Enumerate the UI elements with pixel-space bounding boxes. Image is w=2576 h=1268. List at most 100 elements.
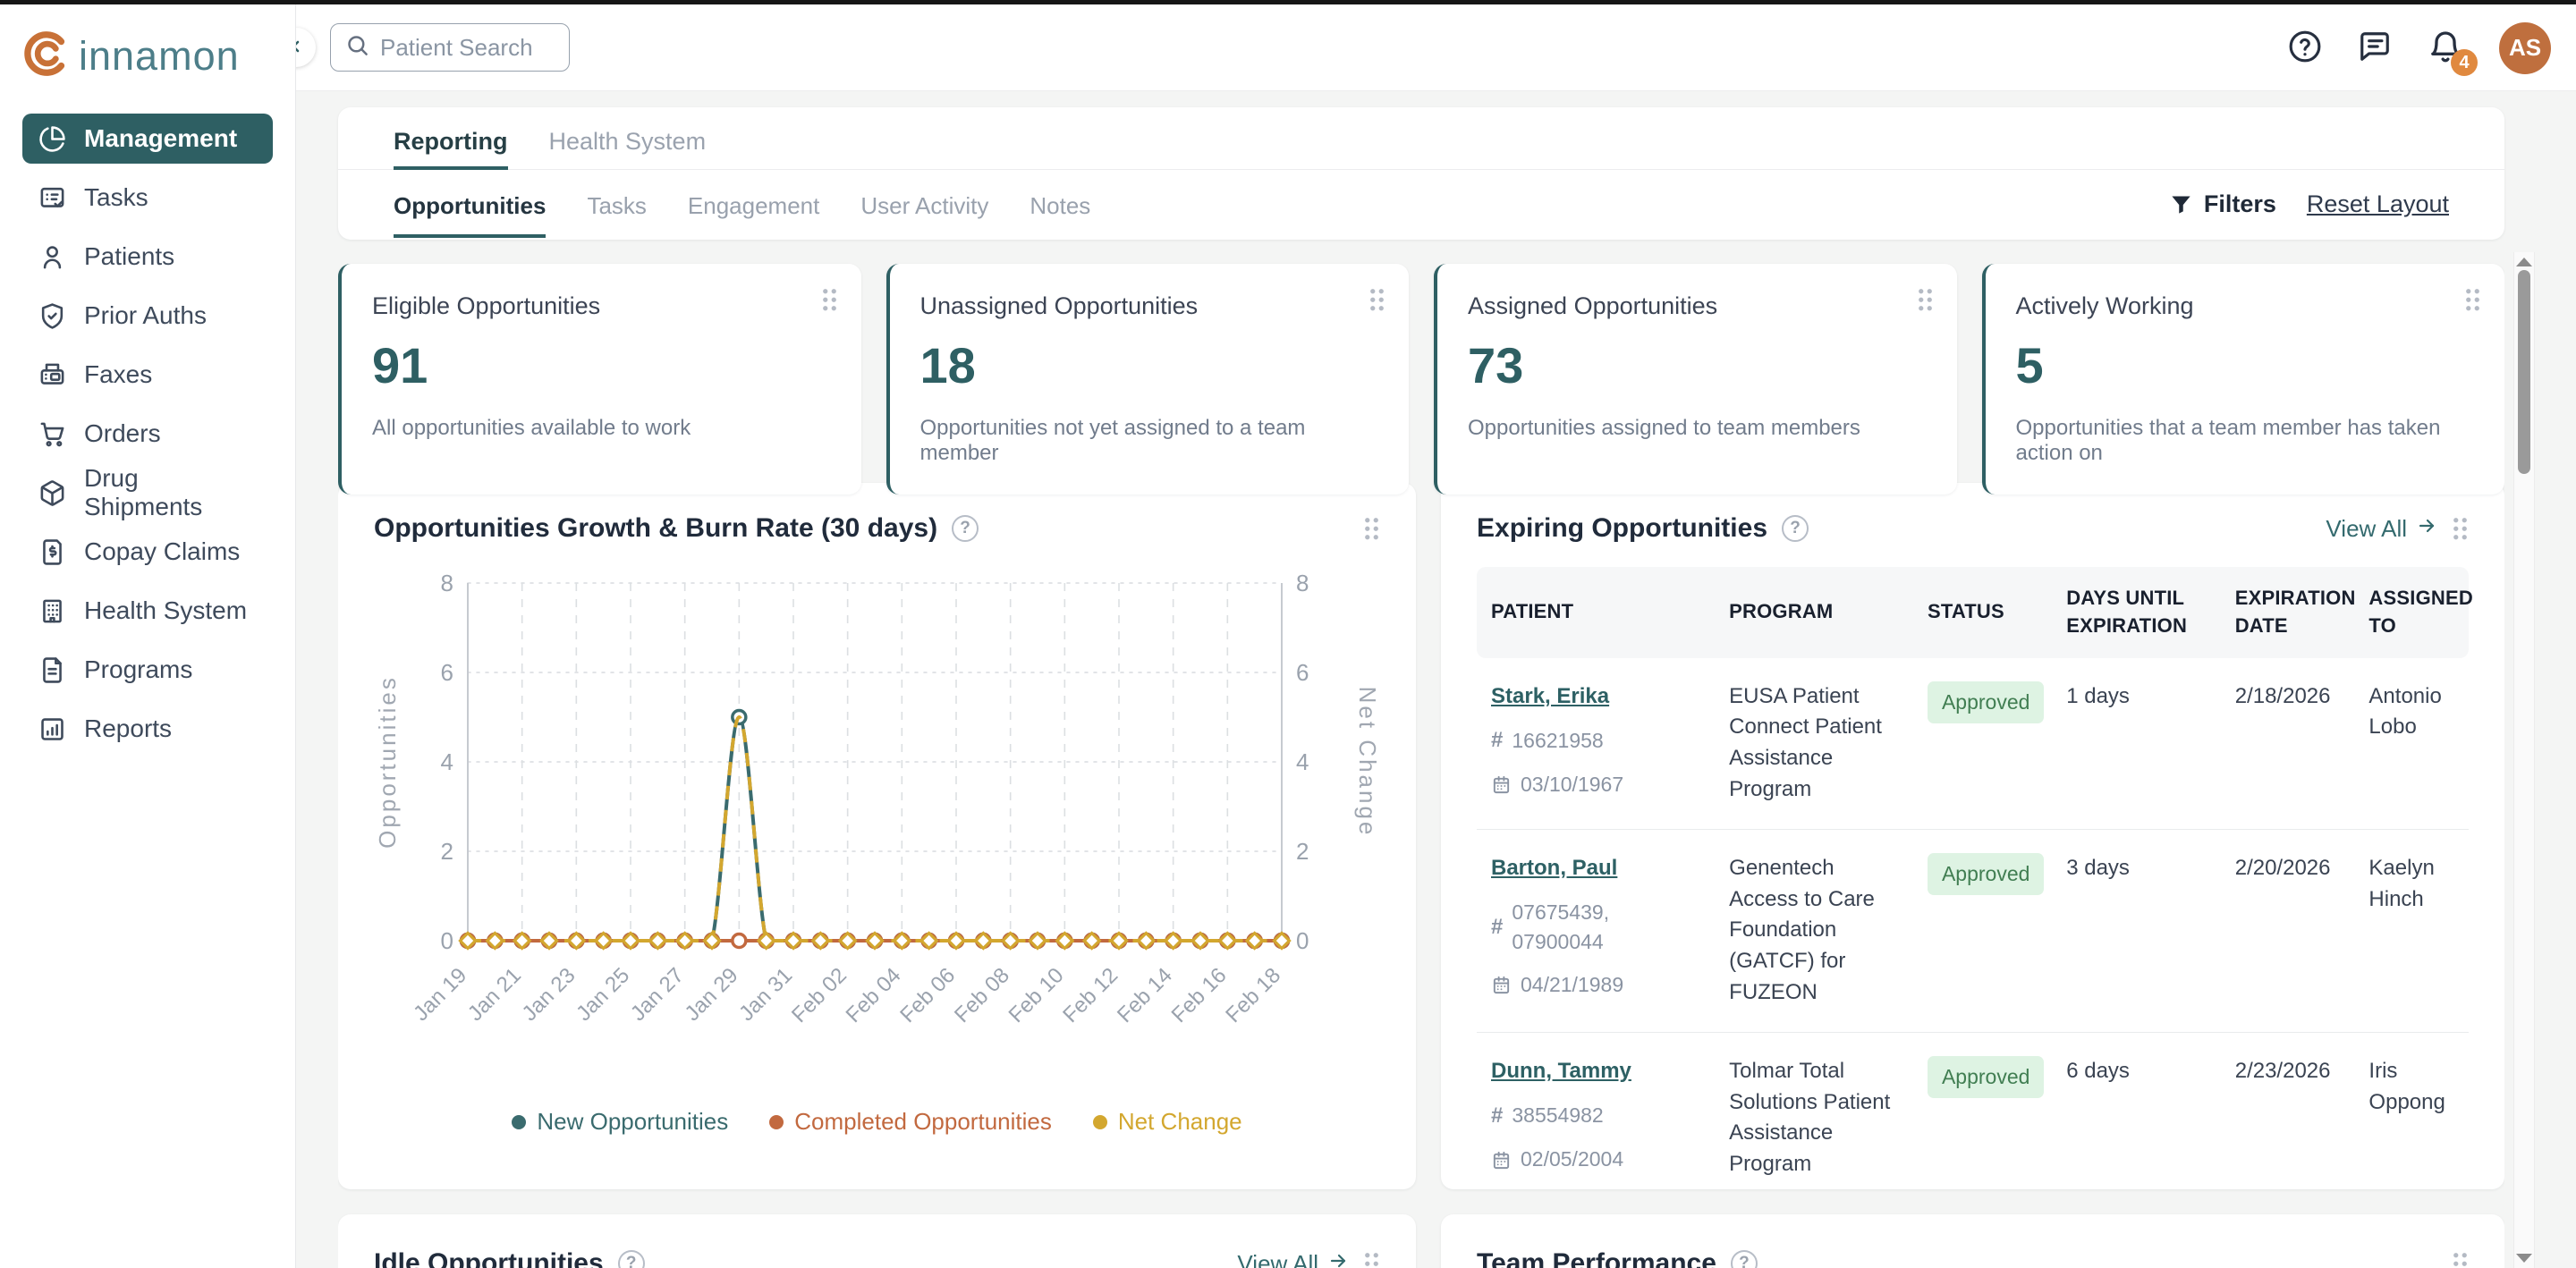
patient-dob: 02/05/2004 — [1491, 1145, 1700, 1174]
stat-card-unassigned-opportunities: Unassigned Opportunities18Opportunities … — [886, 264, 1410, 495]
svg-text:Jan 29: Jan 29 — [681, 963, 743, 1026]
table-row: Barton, Paul07675439, 0790004404/21/1989… — [1477, 829, 2469, 1032]
sidebar-item-drug-shipments[interactable]: Drug Shipments — [22, 468, 273, 518]
scrollbar-thumb[interactable] — [2518, 270, 2530, 474]
drag-handle-icon[interactable] — [1363, 516, 1380, 541]
drag-handle-icon[interactable] — [2464, 287, 2481, 312]
expiration-date-cell: 2/23/2026 — [2221, 1032, 2355, 1189]
help-circle-icon[interactable] — [618, 1250, 645, 1268]
expiring-view-all-link[interactable]: View All — [2326, 515, 2437, 543]
cinnamon-logo[interactable]: innamon — [0, 4, 295, 87]
sidebar-item-label: Reports — [84, 714, 172, 743]
hash-icon — [1491, 912, 1503, 943]
patient-search[interactable] — [330, 23, 570, 72]
drag-handle-icon[interactable] — [1917, 287, 1934, 312]
scroll-down-arrow[interactable] — [2516, 1254, 2532, 1263]
drag-handle-icon[interactable] — [1363, 1251, 1380, 1268]
subtab-engagement[interactable]: Engagement — [688, 171, 819, 238]
sidebar-item-copay-claims[interactable]: Copay Claims — [22, 527, 273, 577]
idle-opportunities-card: Idle Opportunities View All — [338, 1214, 1416, 1268]
drag-handle-icon[interactable] — [1368, 287, 1385, 312]
svg-text:Feb 16: Feb 16 — [1167, 963, 1232, 1027]
team-title: Team Performance — [1477, 1248, 1716, 1268]
hash-icon — [1491, 1101, 1503, 1132]
patient-search-input[interactable] — [380, 34, 541, 62]
sidebar-item-reports[interactable]: Reports — [22, 704, 273, 754]
sidebar-item-management[interactable]: Management — [22, 114, 273, 164]
brand-name: innamon — [79, 33, 240, 80]
reset-layout-link[interactable]: Reset Layout — [2307, 190, 2449, 218]
status-badge: Approved — [1928, 853, 2044, 895]
svg-text:8: 8 — [1296, 570, 1309, 596]
svg-text:2: 2 — [1296, 838, 1309, 865]
opportunities-growth-card: Opportunities Growth & Burn Rate (30 day… — [338, 483, 1416, 1189]
patient-dob: 04/21/1989 — [1491, 970, 1700, 1000]
notification-badge: 4 — [2451, 49, 2478, 76]
legend-item-new-opportunities[interactable]: New Opportunities — [512, 1108, 728, 1136]
patient-link[interactable]: Barton, Paul — [1491, 856, 1617, 880]
sidebar-item-prior-auths[interactable]: Prior Auths — [22, 291, 273, 341]
patient-link[interactable]: Stark, Erika — [1491, 684, 1609, 708]
sidebar-item-orders[interactable]: Orders — [22, 409, 273, 459]
svg-text:Feb 08: Feb 08 — [950, 963, 1014, 1027]
stat-card-title: Actively Working — [2016, 292, 2475, 320]
view-all-label: View All — [1237, 1250, 1318, 1268]
idle-view-all-link[interactable]: View All — [1237, 1250, 1349, 1268]
sidebar-item-health-system[interactable]: Health System — [22, 586, 273, 636]
tab-reporting[interactable]: Reporting — [394, 128, 508, 170]
filters-button[interactable]: Filters — [2169, 190, 2276, 218]
scroll-up-arrow[interactable] — [2516, 258, 2532, 266]
dashboard-scroll-area: Eligible Opportunities91All opportunitie… — [338, 252, 2504, 1268]
stat-card-description: Opportunities assigned to team members — [1468, 416, 1927, 441]
help-circle-icon — [2288, 30, 2322, 66]
subtab-tasks[interactable]: Tasks — [587, 171, 646, 238]
days-until-expiration-cell: 1 days — [2052, 658, 2221, 830]
sidebar-item-label: Management — [84, 124, 237, 153]
help-button[interactable] — [2288, 30, 2322, 66]
calendar-icon — [1491, 1150, 1512, 1171]
table-row: Stark, Erika1662195803/10/1967EUSA Patie… — [1477, 658, 2469, 830]
drag-handle-icon[interactable] — [2452, 516, 2469, 541]
stat-card-value: 91 — [372, 336, 831, 394]
svg-text:Jan 27: Jan 27 — [626, 963, 689, 1026]
chat-bubble-icon — [2358, 30, 2392, 66]
calendar-icon — [1491, 975, 1512, 995]
subtab-opportunities[interactable]: Opportunities — [394, 171, 546, 238]
sidebar-item-faxes[interactable]: Faxes — [22, 350, 273, 400]
stat-cards-row: Eligible Opportunities91All opportunitie… — [338, 264, 2504, 458]
program-cell: EUSA Patient Connect Patient Assistance … — [1715, 658, 1913, 830]
subtab-user-activity[interactable]: User Activity — [860, 171, 988, 238]
tab-health-system[interactable]: Health System — [549, 128, 707, 169]
patient-link[interactable]: Dunn, Tammy — [1491, 1059, 1631, 1083]
bar-chart-square-icon — [38, 715, 66, 743]
sidebar-item-tasks[interactable]: Tasks — [22, 173, 273, 223]
notifications-button[interactable]: 4 — [2428, 29, 2463, 67]
idle-title: Idle Opportunities — [374, 1248, 604, 1268]
program-cell: Tolmar Total Solutions Patient Assistanc… — [1715, 1032, 1913, 1189]
subtab-notes[interactable]: Notes — [1030, 171, 1090, 238]
opportunities-chart: 0022446688Jan 19Jan 21Jan 23Jan 25Jan 27… — [374, 563, 1380, 1095]
stat-card-value: 73 — [1468, 336, 1927, 394]
help-circle-icon[interactable] — [1731, 1250, 1758, 1268]
days-until-expiration-cell: 3 days — [2052, 829, 2221, 1032]
legend-item-completed-opportunities[interactable]: Completed Opportunities — [769, 1108, 1052, 1136]
stat-card-assigned-opportunities: Assigned Opportunities73Opportunities as… — [1434, 264, 1957, 495]
expiring-card-header: Expiring Opportunities View All — [1477, 513, 2469, 544]
chart-card-header: Opportunities Growth & Burn Rate (30 day… — [374, 513, 1380, 544]
sidebar-item-programs[interactable]: Programs — [22, 645, 273, 695]
avatar[interactable]: AS — [2499, 22, 2551, 74]
sidebar: innamon Management Tasks Patients Prior Aut… — [0, 4, 296, 1268]
legend-label: Net Change — [1118, 1108, 1242, 1136]
help-circle-icon[interactable] — [1782, 515, 1809, 542]
help-circle-icon[interactable] — [952, 515, 979, 542]
svg-text:Feb 18: Feb 18 — [1221, 963, 1285, 1027]
legend-label: New Opportunities — [537, 1108, 728, 1136]
legend-item-net-change[interactable]: Net Change — [1093, 1108, 1242, 1136]
shopping-cart-icon — [38, 420, 66, 448]
patient-dob: 03/10/1967 — [1491, 770, 1700, 799]
drag-handle-icon[interactable] — [821, 287, 838, 312]
messages-button[interactable] — [2358, 30, 2392, 66]
drag-handle-icon[interactable] — [2452, 1251, 2469, 1268]
sidebar-item-patients[interactable]: Patients — [22, 232, 273, 282]
stat-card-eligible-opportunities: Eligible Opportunities91All opportunitie… — [338, 264, 861, 495]
